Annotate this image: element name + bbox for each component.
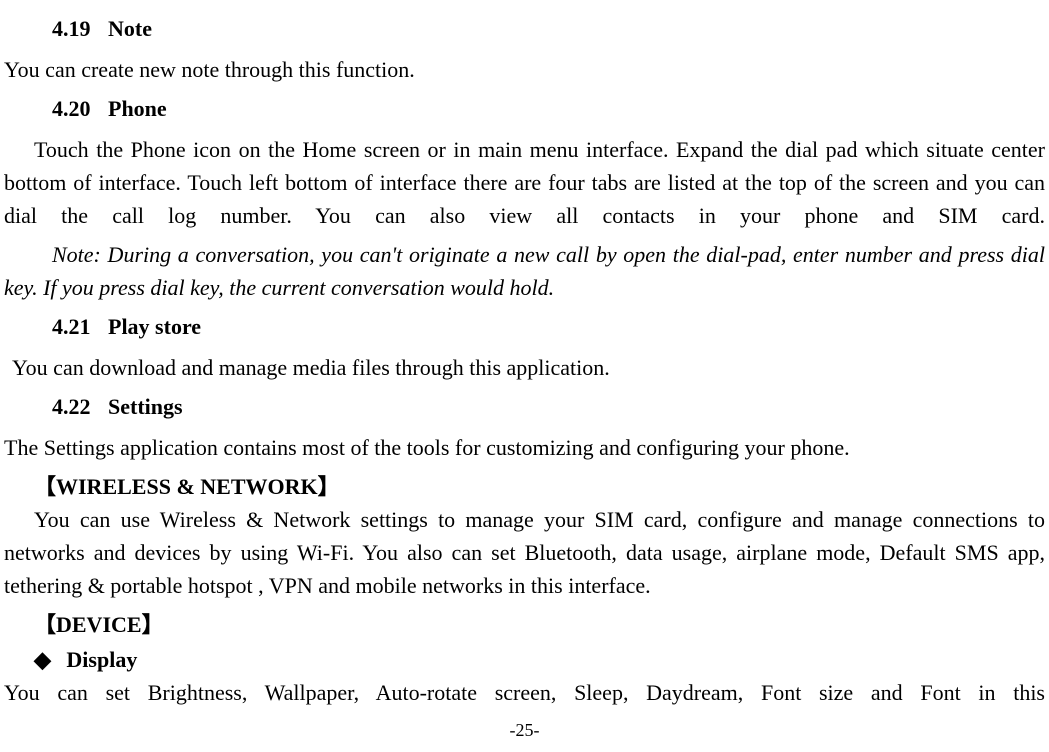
section-number: 4.20 bbox=[52, 92, 91, 125]
display-heading-text: Display bbox=[66, 647, 137, 672]
display-body: You can set Brightness, Wallpaper, Auto-… bbox=[4, 676, 1045, 709]
heading-4-21: 4.21 Play store bbox=[52, 310, 1045, 343]
section-title: Phone bbox=[108, 96, 167, 121]
device-heading: 【DEVICE】 bbox=[34, 608, 1045, 641]
heading-4-20: 4.20 Phone bbox=[52, 92, 1045, 125]
wireless-network-body: You can use Wireless & Network settings … bbox=[4, 503, 1045, 602]
body-4-21: You can download and manage media files … bbox=[12, 351, 1045, 384]
body-4-20: Touch the Phone icon on the Home screen … bbox=[4, 133, 1045, 232]
section-title: Note bbox=[108, 16, 152, 41]
section-title: Settings bbox=[108, 394, 183, 419]
section-title: Play store bbox=[108, 314, 201, 339]
heading-4-19: 4.19 Note bbox=[52, 12, 1045, 45]
note-4-20: Note: During a conversation, you can't o… bbox=[4, 238, 1045, 304]
heading-4-22: 4.22 Settings bbox=[52, 390, 1045, 423]
page-number: -25- bbox=[4, 717, 1045, 744]
section-number: 4.21 bbox=[52, 310, 91, 343]
body-4-19: You can create new note through this fun… bbox=[4, 53, 1045, 86]
display-heading: ◆ Display bbox=[34, 643, 1045, 676]
section-number: 4.19 bbox=[52, 12, 91, 45]
body-4-22: The Settings application contains most o… bbox=[4, 431, 1045, 464]
diamond-bullet-icon: ◆ bbox=[34, 643, 51, 676]
wireless-network-heading: 【WIRELESS & NETWORK】 bbox=[34, 470, 1045, 503]
section-number: 4.22 bbox=[52, 390, 91, 423]
